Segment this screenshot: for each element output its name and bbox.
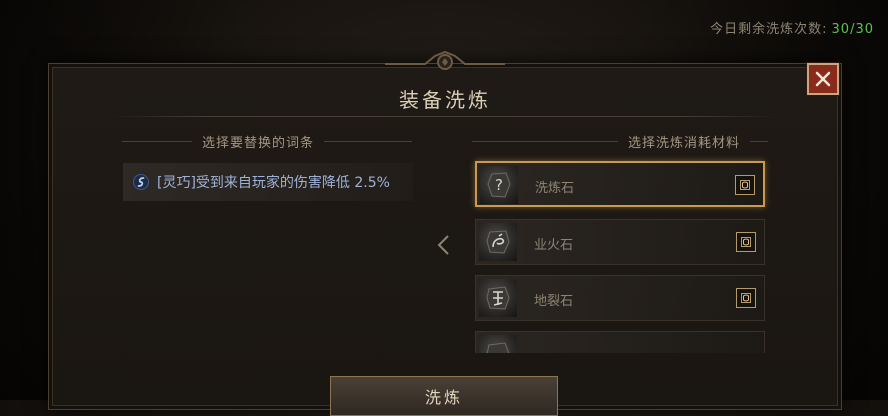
affix-swirl-icon <box>133 174 149 190</box>
dialog-title: 装备洗炼 <box>399 88 491 112</box>
badge-icon <box>741 237 751 247</box>
affix-section-title: 选择要替换的词条 <box>202 136 315 151</box>
material-section-header: 选择洗炼消耗材料 <box>472 132 768 151</box>
counter-label: 今日剩余洗炼次数: <box>710 22 828 37</box>
material-row-fire-stone[interactable]: 业火石 <box>475 219 765 265</box>
material-name: 洗炼石 <box>535 181 575 196</box>
badge-icon <box>740 180 750 190</box>
refine-button[interactable]: 洗炼 <box>330 376 558 416</box>
badge-icon <box>741 293 751 303</box>
question-rune-icon: ? <box>479 165 519 205</box>
affix-text: [灵巧]受到来自玩家的伤害降低 2.5% <box>157 175 390 191</box>
material-select-checkbox[interactable] <box>736 288 756 308</box>
dragon-rune-icon <box>478 222 518 262</box>
chevron-left-icon <box>436 234 450 262</box>
svg-text:?: ? <box>495 176 503 194</box>
crest-ornament-icon <box>385 50 505 70</box>
material-select-checkbox[interactable] <box>736 232 756 252</box>
material-name: 地裂石 <box>534 294 574 309</box>
material-row-earth-stone[interactable]: 地裂石 <box>475 275 765 321</box>
affix-row[interactable]: [灵巧]受到来自玩家的伤害降低 2.5% <box>123 163 413 201</box>
glyph-rune-icon <box>478 278 518 318</box>
counter-value: 30/30 <box>831 22 874 37</box>
header-line <box>324 141 412 142</box>
material-name: 业火石 <box>534 238 574 253</box>
close-icon <box>815 71 831 87</box>
daily-refine-counter: 今日剩余洗炼次数: 30/30 <box>710 18 874 37</box>
material-section-title: 选择洗炼消耗材料 <box>627 136 740 151</box>
rune-stone-icon <box>478 334 518 353</box>
material-row-refine-stone[interactable]: ? 洗炼石 <box>475 161 765 207</box>
material-row-partial[interactable] <box>475 331 765 353</box>
header-line <box>750 141 768 142</box>
header-line <box>122 141 192 142</box>
header-line <box>472 141 618 142</box>
close-button[interactable] <box>807 63 839 95</box>
material-select-checkbox[interactable] <box>735 175 755 195</box>
affix-section-header: 选择要替换的词条 <box>122 132 412 151</box>
title-divider <box>109 116 781 117</box>
